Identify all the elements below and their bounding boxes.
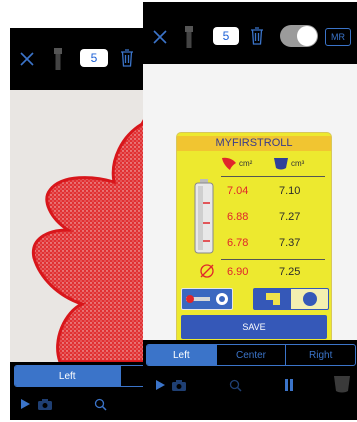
row3-area: 6.78 bbox=[227, 237, 249, 249]
flashlight-icon[interactable] bbox=[50, 45, 66, 73]
volume-unit: cm³ bbox=[291, 159, 305, 168]
pause-icon[interactable] bbox=[281, 377, 297, 393]
toggle-knob bbox=[297, 26, 317, 46]
row1-area: 7.04 bbox=[227, 185, 249, 197]
shape-half-button[interactable] bbox=[254, 289, 291, 309]
camera-icon[interactable] bbox=[170, 377, 188, 393]
flashlight-icon[interactable] bbox=[181, 23, 197, 51]
shape-selector bbox=[253, 288, 329, 310]
area-unit: cm² bbox=[239, 159, 253, 168]
tab-center[interactable]: Center bbox=[215, 345, 286, 365]
row2-area: 6.88 bbox=[227, 211, 249, 223]
play-icon[interactable] bbox=[18, 397, 32, 411]
tab-bar: Left Center Right bbox=[143, 340, 357, 368]
play-icon[interactable] bbox=[153, 378, 167, 392]
calibration-button[interactable] bbox=[181, 288, 233, 310]
count-field[interactable]: 5 bbox=[80, 49, 108, 67]
camera-icon[interactable] bbox=[36, 396, 54, 412]
top-toolbar: 5 MR bbox=[143, 2, 357, 64]
row2-volume: 7.27 bbox=[279, 211, 301, 223]
save-button[interactable]: SAVE bbox=[181, 315, 327, 339]
average-divider bbox=[221, 259, 325, 260]
roll-battery-icon bbox=[193, 179, 215, 255]
shape-full-button[interactable] bbox=[291, 289, 328, 309]
average-icon bbox=[199, 263, 215, 279]
trash-icon[interactable] bbox=[118, 46, 136, 70]
average-volume: 7.25 bbox=[279, 266, 301, 278]
roll-title: MYFIRSTROLL bbox=[177, 136, 331, 151]
area-icon bbox=[221, 157, 237, 171]
tab-left[interactable]: Left bbox=[147, 345, 216, 365]
row1-volume: 7.10 bbox=[279, 185, 301, 197]
calibration-icon bbox=[186, 293, 228, 305]
close-icon[interactable] bbox=[149, 26, 171, 48]
search-icon[interactable] bbox=[92, 396, 108, 412]
average-area: 6.90 bbox=[227, 266, 249, 278]
mr-button[interactable]: MR bbox=[325, 28, 351, 46]
circle-shape-icon bbox=[302, 292, 317, 306]
volume-icon bbox=[273, 157, 289, 171]
count-field[interactable]: 5 bbox=[213, 27, 239, 45]
cup-icon[interactable] bbox=[331, 373, 353, 395]
position-segment: Left Center Right bbox=[146, 344, 356, 366]
close-icon[interactable] bbox=[16, 48, 38, 70]
tab-right[interactable]: Right bbox=[285, 345, 355, 365]
toggle-switch[interactable] bbox=[280, 25, 318, 47]
search-icon[interactable] bbox=[227, 377, 243, 393]
tab-left[interactable]: Left bbox=[15, 366, 120, 386]
measurement-panel: MYFIRSTROLL cm² cm³ 7.04 7.10 6.88 7.27 … bbox=[176, 132, 332, 340]
camera-photo: MYFIRSTROLL cm² cm³ 7.04 7.10 6.88 7.27 … bbox=[143, 64, 357, 340]
header-divider bbox=[221, 176, 325, 177]
bottom-controls bbox=[143, 368, 357, 420]
half-shape-icon bbox=[265, 293, 280, 305]
row3-volume: 7.37 bbox=[279, 237, 301, 249]
trash-icon[interactable] bbox=[248, 24, 266, 48]
front-screen: 5 MR MYFIRSTROLL cm² cm³ 7.04 7.10 6.88 … bbox=[143, 2, 357, 420]
